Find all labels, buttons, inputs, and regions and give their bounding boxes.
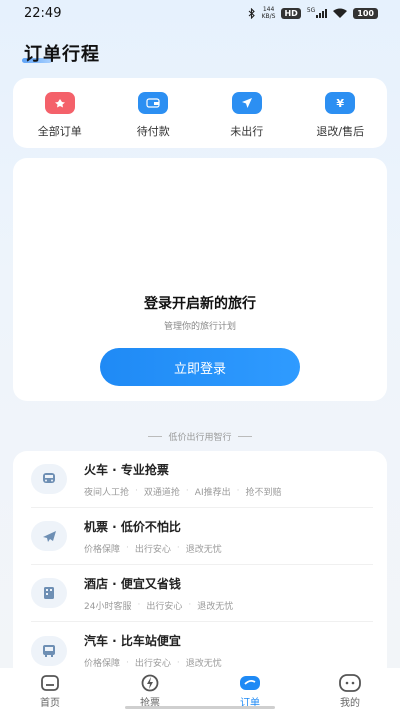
slogan-divider: 低价出行用智行 [0,430,400,443]
hd-badge: HD [281,7,301,19]
nav-profile[interactable]: 我的 [320,674,380,709]
services-card: 火车 · 专业抢票 夜间人工抢 · 双通道抢 · AI推荐出 · 抢不到赔 机票 · … [13,451,387,681]
bluetooth-icon [248,7,255,19]
tab-all-orders[interactable]: 全部订单 [20,92,100,148]
card-icon [138,92,169,114]
yen-icon: ¥ [325,92,356,114]
order-icon [240,676,260,690]
page-title: 订单行程 [24,44,100,65]
login-button[interactable]: 立即登录 [100,348,300,386]
home-icon [41,675,59,691]
order-tabs-card: 全部订单 待付款 未出行 ¥ 退改/售后 [13,78,387,148]
network-speed: 144 KB/S [261,6,276,20]
battery-indicator: 100 [353,7,378,19]
tab-not-traveled[interactable]: 未出行 [207,92,287,148]
nav-home[interactable]: 首页 [20,674,80,709]
tab-pending-payment[interactable]: 待付款 [113,92,193,148]
service-tags: 夜间人工抢 · 双通道抢 · AI推荐出 · 抢不到赔 [84,486,282,498]
wifi-icon [333,8,348,18]
nav-orders[interactable]: 订单 [220,674,280,709]
all-orders-icon [44,92,75,114]
bottom-nav: 首页 抢票 订单 我的 [0,668,400,711]
service-flight[interactable]: 机票 · 低价不怕比 价格保障 · 出行安心 · 退改无忧 [31,508,373,565]
service-tags: 24小时客服 · 出行安心 · 退改无忧 [84,600,234,612]
status-icons: 144 KB/S HD 5G 100 [248,6,378,20]
plane-send-icon [231,92,262,114]
profile-icon [339,674,361,692]
bus-icon [31,635,67,666]
status-bar: 22:49 144 KB/S HD 5G 100 [0,0,400,26]
service-train[interactable]: 火车 · 专业抢票 夜间人工抢 · 双通道抢 · AI推荐出 · 抢不到赔 [31,451,373,508]
airplane-icon [31,521,67,551]
service-tags: 价格保障 · 出行安心 · 退改无忧 [84,543,222,555]
service-hotel[interactable]: 酒店 · 便宜又省钱 24小时客服 · 出行安心 · 退改无忧 [31,565,373,622]
login-title: 登录开启新的旅行 [144,296,256,312]
service-title: 酒店 · 便宜又省钱 [84,576,181,591]
lightning-icon [141,674,159,692]
service-title: 火车 · 专业抢票 [84,462,169,477]
login-subtitle: 管理你的旅行计划 [163,322,236,332]
nav-grab-tickets[interactable]: 抢票 [120,674,180,709]
train-icon [31,464,67,494]
signal-icon: 5G [307,7,328,18]
service-title: 机票 · 低价不怕比 [84,519,181,534]
divider-line-right [237,436,252,437]
status-time: 22:49 [24,5,62,21]
slogan-text: 低价出行用智行 [168,433,232,443]
service-title: 汽车 · 比车站便宜 [84,634,181,648]
home-indicator[interactable] [125,706,275,709]
login-card: 登录开启新的旅行 管理你的旅行计划 立即登录 [13,158,387,401]
hotel-icon [31,578,67,608]
tab-refund-after-sales[interactable]: ¥ 退改/售后 [300,92,380,148]
divider-line-left [148,436,163,437]
